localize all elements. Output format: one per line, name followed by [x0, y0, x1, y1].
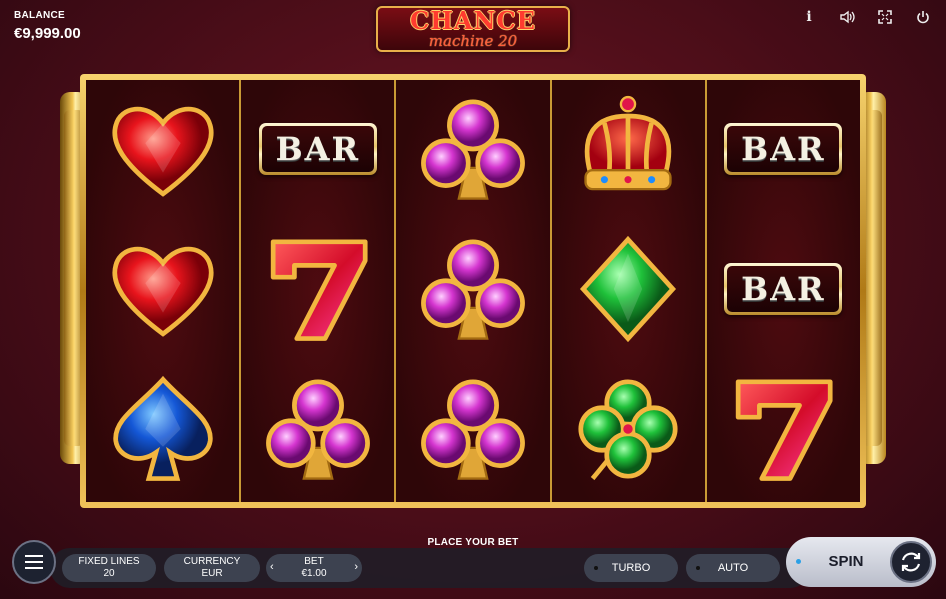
auto-label: AUTO	[717, 562, 749, 574]
red-heart-symbol	[104, 230, 222, 348]
logo-subtitle: machine 20	[428, 32, 518, 50]
auto-toggle[interactable]: AUTO	[686, 554, 780, 582]
menu-icon	[25, 555, 43, 557]
pink-club-icon	[265, 379, 370, 480]
fixed-lines-value: 20	[103, 568, 115, 579]
bet-label: BET	[304, 556, 324, 567]
spin-panel[interactable]: SPIN	[786, 537, 936, 587]
reel-1	[86, 80, 242, 502]
reel-2: BAR	[241, 80, 397, 502]
seven-icon	[736, 379, 833, 481]
turbo-label: TURBO	[611, 562, 651, 574]
green-clover-symbol	[569, 370, 687, 488]
auto-indicator	[696, 566, 700, 570]
balance-label: BALANCE	[14, 10, 65, 21]
pink-club-symbol	[414, 370, 532, 488]
reel-4	[551, 80, 707, 502]
balance-panel: BALANCE €9,999.00	[14, 10, 81, 42]
reel-5: BAR BAR	[706, 80, 861, 502]
green-diamond-symbol	[569, 230, 687, 348]
fixed-lines-label: FIXED LINES	[78, 556, 140, 567]
currency-selector[interactable]: CURRENCY EUR	[164, 554, 260, 582]
turbo-toggle[interactable]: TURBO	[584, 554, 678, 582]
bet-decrease-icon[interactable]: ‹	[270, 561, 274, 573]
crown-symbol	[569, 90, 687, 208]
info-icon[interactable]: i	[800, 8, 818, 26]
power-icon[interactable]	[914, 8, 932, 26]
blue-spade-icon	[113, 375, 213, 481]
pink-club-icon	[421, 99, 525, 200]
bar-symbol-text: BAR	[275, 130, 361, 168]
balance-value: €9,999.00	[14, 25, 81, 42]
bar-symbol-text: BAR	[741, 130, 826, 168]
menu-button[interactable]	[12, 540, 56, 584]
spin-label: SPIN	[828, 553, 864, 570]
pink-club-symbol	[414, 90, 532, 208]
logo-title: CHANCE	[410, 6, 536, 35]
refresh-icon	[901, 552, 921, 572]
reels-grid: BAR BAR BAR	[86, 80, 861, 502]
bar-symbol: BAR	[724, 230, 843, 348]
pink-club-symbol	[259, 370, 377, 488]
blue-spade-symbol	[104, 370, 222, 488]
green-diamond-icon	[580, 235, 677, 343]
bar-symbol: BAR	[724, 90, 843, 208]
bet-selector: ‹ BET €1.00 ›	[266, 554, 362, 582]
bar-symbol: BAR	[258, 90, 377, 208]
bet-increase-icon[interactable]: ›	[354, 561, 358, 573]
bar-symbol-text: BAR	[741, 270, 826, 308]
pink-club-symbol	[414, 230, 532, 348]
crown-icon	[584, 95, 672, 191]
red-heart-icon	[112, 246, 214, 337]
turbo-indicator	[594, 566, 598, 570]
bet-value: €1.00	[301, 568, 327, 579]
game-logo: CHANCE machine 20	[376, 6, 570, 52]
spin-button[interactable]	[890, 541, 932, 583]
seven-symbol	[724, 370, 842, 488]
currency-label: CURRENCY	[183, 556, 241, 567]
fixed-lines-display: FIXED LINES 20	[62, 554, 156, 582]
reel-3	[396, 80, 552, 502]
currency-value: EUR	[201, 568, 223, 579]
red-heart-icon	[112, 106, 214, 197]
seven-icon	[270, 239, 368, 341]
fullscreen-icon[interactable]	[876, 8, 894, 26]
red-heart-symbol	[104, 90, 222, 208]
spin-indicator	[796, 559, 801, 564]
seven-symbol	[259, 230, 377, 348]
pink-club-icon	[421, 379, 525, 480]
sound-icon[interactable]	[838, 8, 856, 26]
green-clover-icon	[578, 379, 678, 481]
top-toolbar: i	[800, 8, 932, 26]
pink-club-icon	[421, 239, 525, 340]
